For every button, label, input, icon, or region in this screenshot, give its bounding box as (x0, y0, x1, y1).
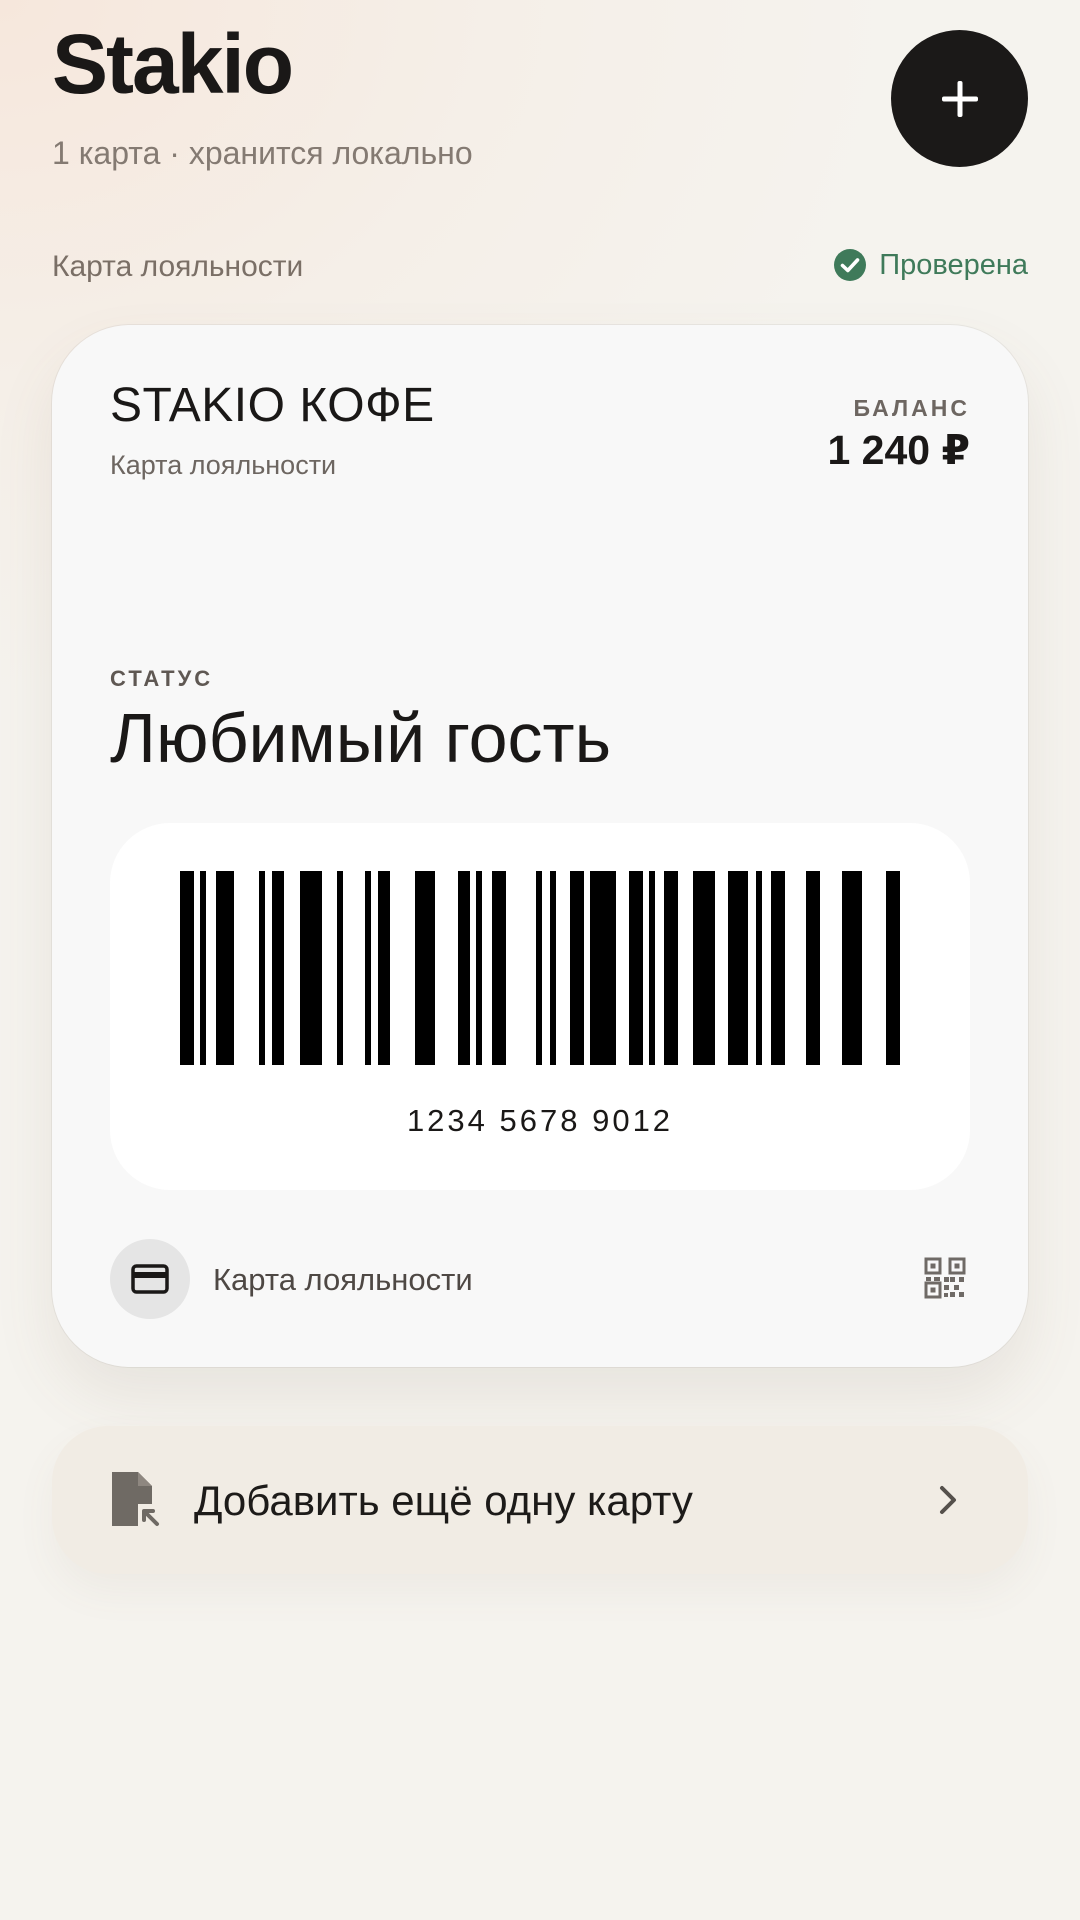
barcode-panel[interactable]: 1234 5678 9012 (110, 823, 970, 1190)
plus-icon (941, 80, 978, 117)
section-label: Карта лояльности (52, 250, 304, 283)
app-subtitle: 1 карта · хранится локально (52, 135, 473, 171)
file-import-icon (108, 1470, 160, 1528)
check-circle-icon (833, 248, 867, 282)
qr-code-icon[interactable] (924, 1257, 966, 1299)
status-value: Любимый гость (110, 699, 612, 777)
credit-card-icon (131, 1264, 169, 1294)
balance-value: 1 240 ₽ (827, 427, 970, 473)
verified-label: Проверена (879, 248, 1028, 281)
balance-label: БАЛАНС (853, 395, 970, 421)
add-card-label: Добавить ещё одну карту (194, 1477, 693, 1524)
card-footer-label: Карта лояльности (213, 1262, 473, 1297)
status-label: СТАТУС (110, 666, 214, 691)
add-card-button[interactable] (891, 30, 1028, 167)
card-type-badge (110, 1239, 190, 1319)
chevron-right-icon (930, 1482, 966, 1518)
barcode-number: 1234 5678 9012 (406, 1103, 674, 1138)
add-another-card-button[interactable]: Добавить ещё одну карту (52, 1426, 1028, 1574)
app-title: Stakio (52, 17, 294, 111)
card-type: Карта лояльности (110, 450, 337, 480)
loyalty-card[interactable]: STAKIO КОФЕ Карта лояльности БАЛАНС 1 24… (52, 325, 1028, 1367)
merchant-name: STAKIO КОФЕ (110, 379, 435, 432)
barcode (180, 871, 900, 1065)
verified-badge: Проверена (833, 248, 1028, 282)
